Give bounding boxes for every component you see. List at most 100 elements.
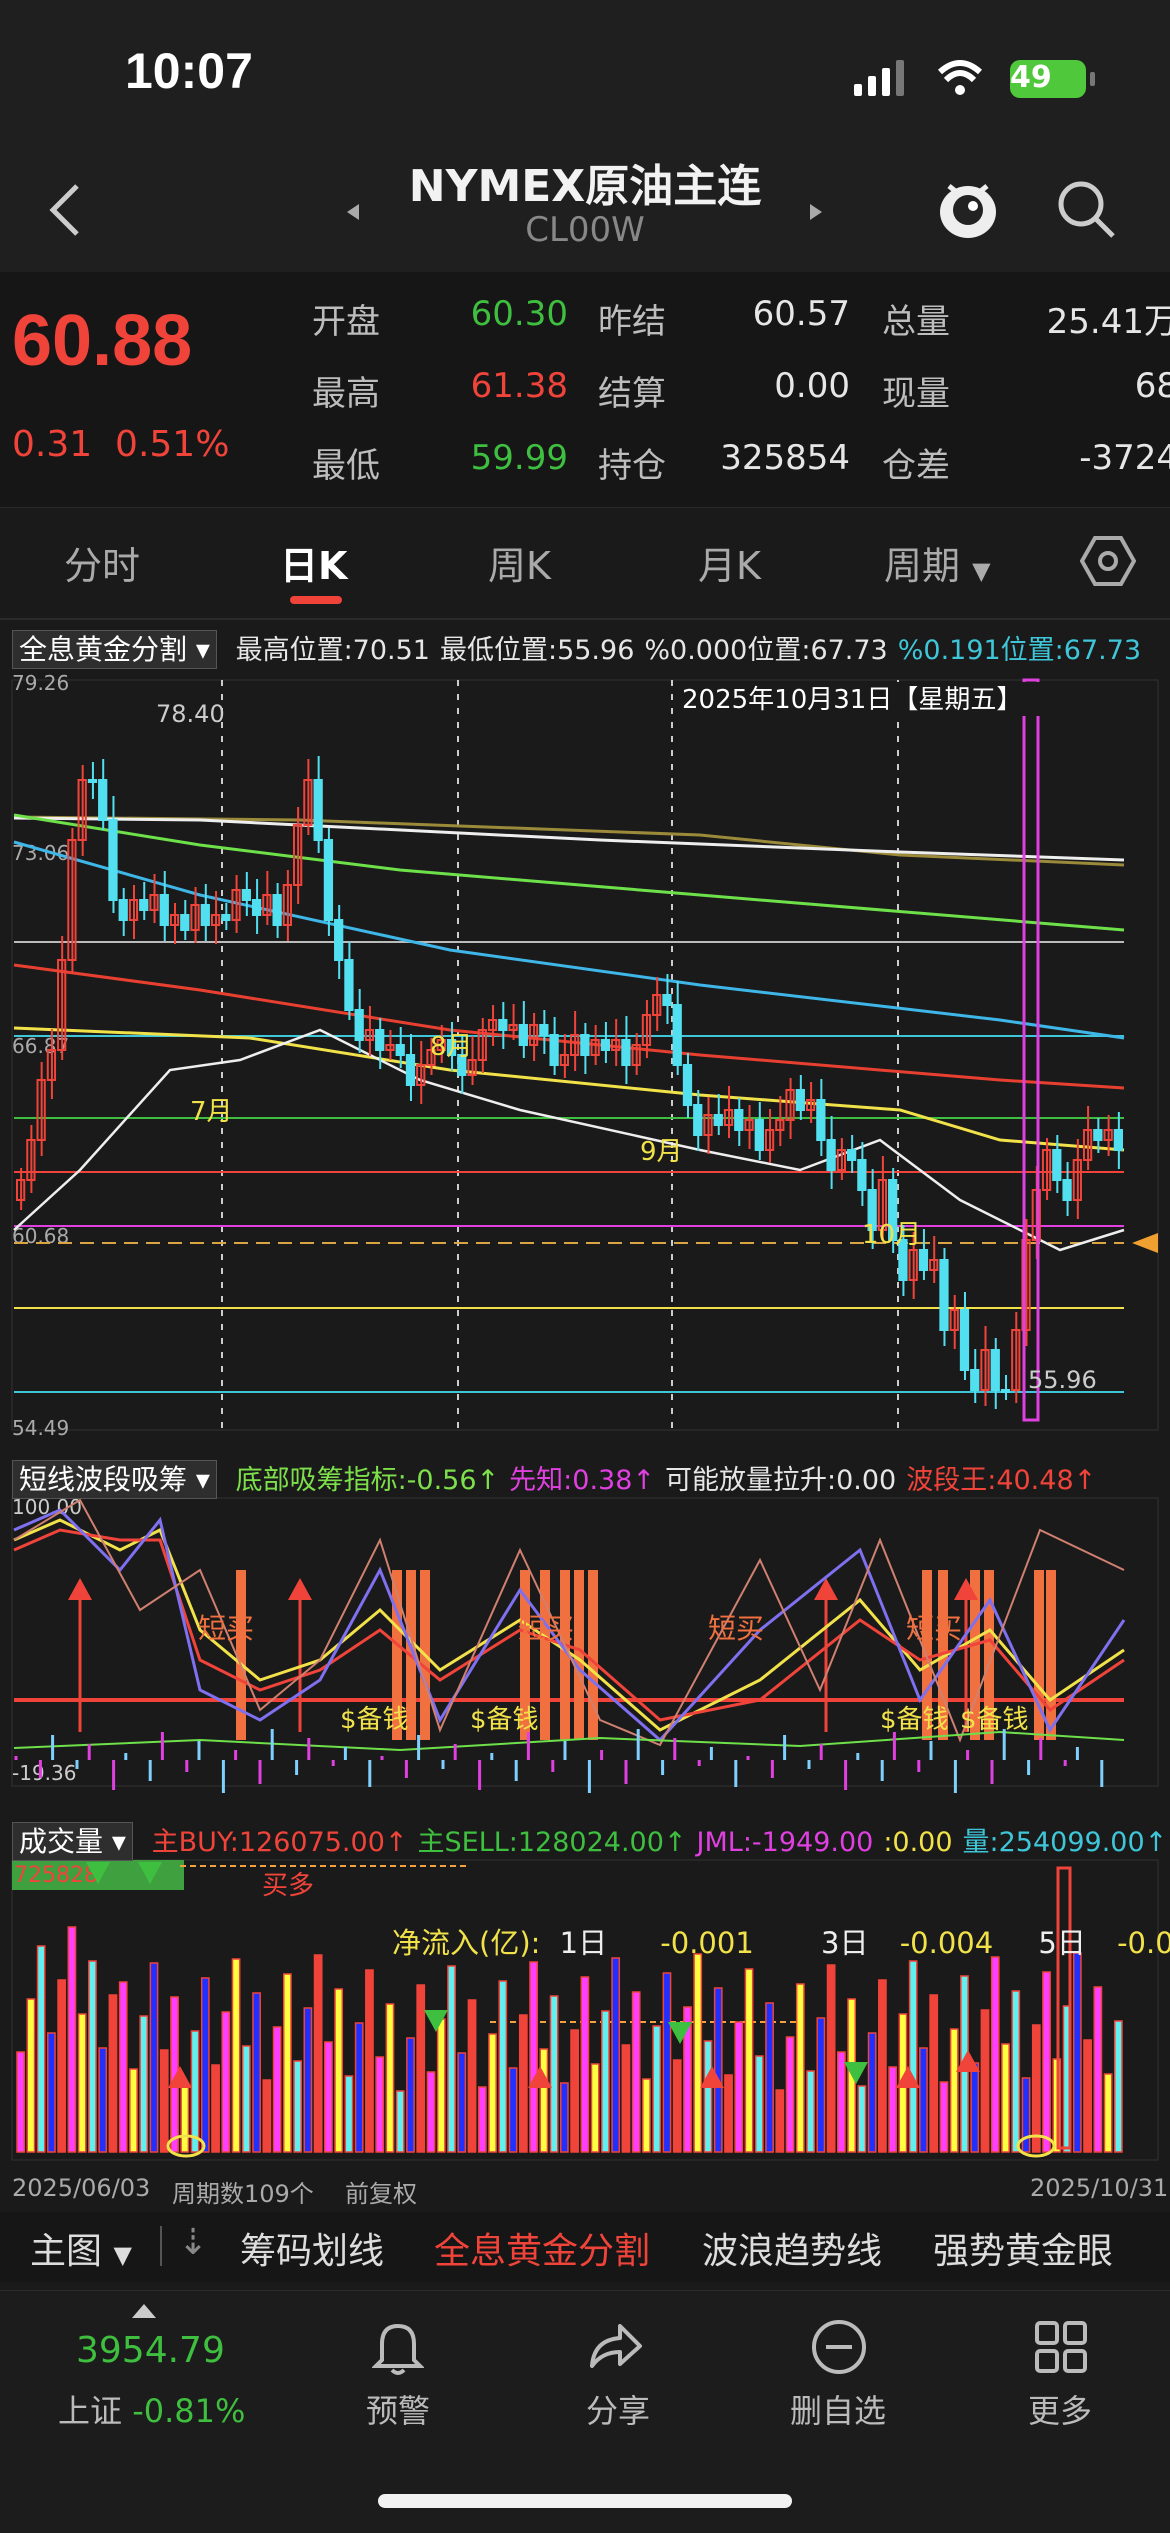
volume-bar: [827, 1965, 835, 2152]
sub2-indicator-select[interactable]: 成交量 ▾: [12, 1822, 133, 1861]
tab-golden-eye[interactable]: 强势黄金眼: [933, 2222, 1113, 2274]
quote-label: 总量: [882, 302, 950, 342]
candle-body: [334, 919, 344, 961]
candle-body: [1113, 1129, 1123, 1151]
end-date: 2025/10/31: [1030, 2174, 1169, 2202]
net-flow: 净流入(亿): 1日 -0.001 3日 -0.004 5日 -0.007: [392, 1920, 1170, 1962]
candle-body: [857, 1159, 867, 1191]
net-flow-value: -0.001: [660, 1926, 754, 1960]
ma-line: [13, 1028, 1125, 1252]
share-icon[interactable]: [586, 2320, 644, 2372]
index-value[interactable]: 3954.79: [76, 2330, 225, 2371]
period-count: 周期数109个: [172, 2180, 314, 2208]
short-buy-signal: 短买: [198, 1612, 254, 1645]
index-up-arrow-icon: [132, 2304, 156, 2318]
quote-value: -3724: [1079, 438, 1170, 478]
volume-bar: [571, 2030, 579, 2152]
bell-icon[interactable]: [372, 2318, 424, 2376]
volume-bar: [889, 2067, 897, 2152]
candle-body: [159, 894, 169, 926]
price-pointer-icon: [1132, 1233, 1158, 1253]
tab-weekly-k[interactable]: 周K: [488, 535, 551, 590]
volume-bar: [1083, 2040, 1092, 2152]
candle-body: [221, 914, 231, 921]
index-name[interactable]: 上证 -0.81%: [58, 2386, 245, 2432]
up-arrow-icon: [68, 1578, 92, 1600]
tab-golden-split[interactable]: 全息黄金分割: [434, 2222, 650, 2274]
dock-alert[interactable]: 预警: [348, 2386, 448, 2432]
prepare-cash-signal: $备钱: [340, 1705, 409, 1735]
ma-line: [13, 1026, 1125, 1152]
dock-share[interactable]: 分享: [568, 2386, 668, 2432]
volume-bar: [806, 2071, 815, 2152]
volume-bar: [919, 2048, 928, 2152]
tab-intraday[interactable]: 分时: [64, 535, 140, 590]
candle-body: [323, 839, 334, 921]
volume-bar: [519, 2015, 527, 2152]
dock-remove-watchlist[interactable]: 删自选: [778, 2386, 898, 2432]
volume-bar: [694, 1954, 702, 2152]
mascot-icon[interactable]: [935, 172, 1001, 242]
quote-value: 61.38: [470, 366, 568, 406]
volume-bar: [150, 1963, 158, 2152]
prepare-cash-signal: $备钱: [470, 1705, 539, 1735]
tab-wave-trend[interactable]: 波浪趋势线: [702, 2222, 882, 2274]
volume-bar: [1094, 1987, 1102, 2152]
volume-bar: [981, 2010, 989, 2152]
candle-body: [959, 1309, 970, 1371]
volume-bar: [776, 2090, 784, 2152]
candle-body: [1000, 1389, 1011, 1393]
indicator-stat: 最高位置:70.51: [235, 635, 430, 666]
search-icon[interactable]: [1055, 178, 1117, 240]
volume-bar: [88, 1961, 97, 2152]
quote-value: 0.00: [774, 366, 850, 406]
volume-bar: [140, 2016, 148, 2152]
volume-bar: [1022, 2078, 1030, 2152]
candle-body: [241, 889, 251, 901]
short-buy-signal: 短买: [518, 1612, 574, 1645]
candle-body: [180, 914, 190, 931]
net-flow-title: 净流入(亿):: [392, 1926, 541, 1960]
main-indicator-select[interactable]: 全息黄金分割 ▾: [12, 630, 217, 669]
volume-bar: [488, 2034, 497, 2152]
y-axis-label: 79.26: [12, 671, 69, 695]
volume-bar: [632, 1992, 640, 2152]
main-indicator-bar: 全息黄金分割 ▾ 最高位置:70.51 最低位置:55.96 %0.000位置:67…: [12, 628, 1141, 669]
volume-bar: [704, 2041, 712, 2152]
volume-bar: [550, 1996, 558, 2152]
volume-bar: [1042, 1972, 1051, 2152]
volume-bar: [612, 1958, 620, 2152]
price-change: 0.31 0.51%: [12, 424, 230, 465]
candle-body: [539, 1024, 549, 1036]
grid-icon[interactable]: [1034, 2320, 1088, 2374]
tab-chip-lines[interactable]: 筹码划线: [240, 2222, 384, 2274]
volume-bar: [581, 1977, 589, 2152]
volume-bar: [499, 1981, 507, 2152]
settings-hex-icon[interactable]: [1080, 534, 1136, 588]
quote-label: 现量: [882, 374, 950, 414]
main-chart-select[interactable]: 主图 ▼: [30, 2222, 132, 2274]
minus-circle-icon[interactable]: [810, 2318, 868, 2376]
volume-bar: [755, 2056, 763, 2152]
candle-body: [98, 779, 108, 821]
y-axis-label: 66.87: [12, 1034, 69, 1058]
quote-value: 60.30: [470, 294, 568, 334]
low-label: 55.96: [1028, 1366, 1097, 1394]
volume-bar: [109, 1995, 117, 2152]
tab-daily-k[interactable]: 日K: [280, 535, 347, 590]
tab-period[interactable]: 周期 ▼: [884, 535, 991, 590]
sub1-indicator-select[interactable]: 短线波段吸筹 ▾: [12, 1460, 217, 1499]
tab-monthly-k[interactable]: 月K: [698, 535, 761, 590]
quote-label: 仓差: [882, 446, 950, 486]
net-flow-period: 3日: [821, 1926, 869, 1960]
indicator-stat: 主SELL:128024.00↑: [417, 1827, 687, 1858]
candle-body: [754, 1119, 764, 1151]
dock-more[interactable]: 更多: [1010, 2386, 1110, 2432]
volume-bar: [365, 1970, 374, 2152]
quote-value: 59.99: [470, 438, 568, 478]
candle-body: [251, 899, 262, 916]
indicator-stat: :0.00: [883, 1827, 953, 1858]
net-flow-value: -0.007: [1117, 1926, 1170, 1960]
volume-bar: [304, 2008, 312, 2152]
volume-bar: [58, 1980, 66, 2152]
